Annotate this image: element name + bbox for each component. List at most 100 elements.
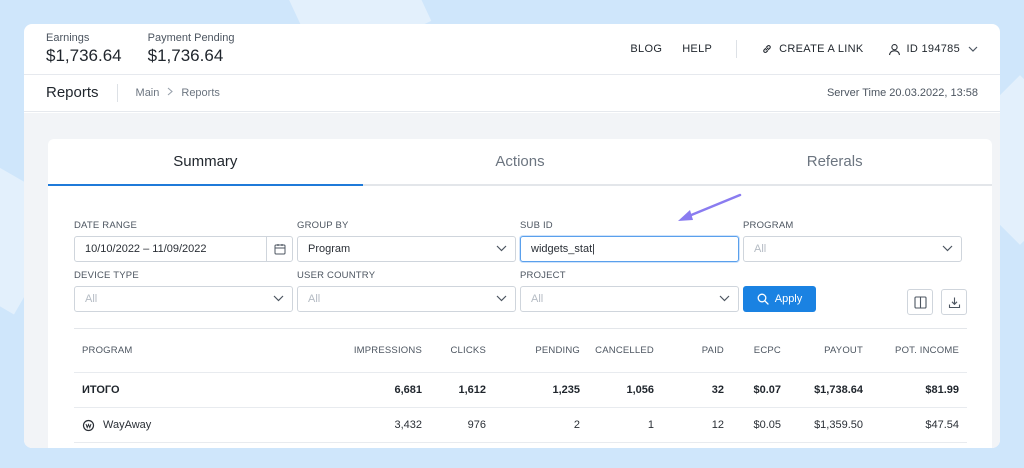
tab-summary[interactable]: Summary	[48, 139, 363, 186]
app-window: Earnings $1,736.64 Payment Pending $1,73…	[24, 24, 1000, 448]
date-range-filter: DATE RANGE 10/10/2022 – 11/09/2022	[74, 220, 297, 262]
blog-link[interactable]: BLOG	[630, 43, 662, 55]
program-placeholder: All	[754, 243, 767, 255]
table-cell: 1,056	[626, 384, 654, 396]
table-cell: $1,738.64	[814, 384, 863, 396]
col-paid[interactable]: PAID	[654, 345, 724, 356]
payment-pending-value: $1,736.64	[147, 46, 224, 65]
group-by-select[interactable]: Program	[297, 236, 516, 262]
device-type-select[interactable]: All	[74, 286, 293, 312]
server-time: Server Time 20.03.2022, 13:58	[826, 87, 978, 99]
calendar-button[interactable]	[266, 236, 292, 262]
chevron-down-icon	[942, 245, 953, 252]
col-program[interactable]: PROGRAM	[74, 345, 234, 356]
sub-id-filter: SUB ID widgets_stat|	[520, 220, 743, 262]
total-row: ИТОГО 6,681 1,612 1,235 1,056 32 $0.07 $…	[74, 373, 967, 408]
breadcrumb-reports: Reports	[181, 87, 220, 99]
col-payout[interactable]: PAYOUT	[781, 345, 863, 356]
table-cell: $81.99	[925, 384, 959, 396]
sub-bar: Reports Main Reports Server Time 20.03.2…	[24, 75, 1000, 112]
program-label: PROGRAM	[743, 220, 794, 231]
earnings-stat: Earnings $1,736.64	[46, 32, 122, 66]
download-button[interactable]	[941, 289, 967, 315]
columns-button[interactable]	[907, 289, 933, 315]
tabs: Summary Actions Referals	[48, 139, 992, 186]
wayaway-logo-icon	[82, 419, 95, 431]
create-link-button[interactable]: CREATE A LINK	[761, 43, 863, 55]
columns-icon	[913, 295, 927, 309]
tab-referals[interactable]: Referals	[677, 139, 992, 184]
tab-actions[interactable]: Actions	[363, 139, 678, 184]
date-range-field[interactable]: 10/10/2022 – 11/09/2022	[74, 236, 293, 262]
earnings-value: $1,736.64	[46, 46, 122, 65]
program-select[interactable]: All	[743, 236, 962, 262]
user-country-label: USER COUNTRY	[297, 270, 376, 281]
project-placeholder: All	[531, 293, 544, 305]
user-menu[interactable]: ID 194785	[888, 43, 978, 56]
table-cell: 1,612	[458, 384, 486, 396]
top-bar: Earnings $1,736.64 Payment Pending $1,73…	[24, 24, 1000, 75]
table-cell: $1,359.50	[814, 419, 863, 431]
col-cancelled[interactable]: CANCELLED	[580, 345, 654, 356]
breadcrumb-main[interactable]: Main	[136, 87, 160, 99]
user-icon	[888, 43, 900, 55]
user-country-filter: USER COUNTRY All	[297, 270, 520, 312]
table-cell: 3,432	[394, 419, 422, 431]
annotation-arrow	[678, 193, 742, 221]
device-type-filter: DEVICE TYPE All	[74, 270, 297, 312]
search-icon	[757, 293, 769, 305]
table-cell: $0.05	[753, 419, 781, 431]
table-row[interactable]: WayAway 3,432 976 2 1 12 $0.05 $1,359.50…	[74, 408, 967, 443]
sub-id-value: widgets_stat|	[531, 243, 596, 255]
project-filter: PROJECT All	[520, 270, 743, 312]
create-link-label: CREATE A LINK	[779, 43, 864, 55]
table-cell: $0.07	[753, 384, 781, 396]
table-cell: 976	[467, 419, 486, 431]
group-by-value: Program	[308, 243, 351, 255]
reports-card: Summary Actions Referals DATE RANGE 10/1…	[48, 139, 992, 448]
earnings-label: Earnings	[46, 32, 90, 44]
device-type-label: DEVICE TYPE	[74, 270, 139, 281]
col-impressions[interactable]: IMPRESSIONS	[234, 345, 422, 356]
top-nav: BLOG HELP CREATE A LINK ID 194785	[610, 40, 978, 58]
chevron-down-icon	[496, 245, 507, 252]
table-cell: WayAway	[74, 419, 234, 432]
table-cell: 1	[647, 419, 654, 431]
program-name: WayAway	[103, 419, 152, 431]
calendar-icon	[274, 244, 285, 255]
chevron-down-icon	[719, 295, 730, 302]
date-range-value: 10/10/2022 – 11/09/2022	[85, 243, 207, 255]
page-title: Reports	[46, 84, 118, 102]
apply-button[interactable]: Apply	[743, 286, 816, 312]
table-header: PROGRAM IMPRESSIONS CLICKS PENDING CANCE…	[74, 329, 967, 373]
breadcrumb: Main Reports	[136, 87, 220, 99]
report-table: PROGRAM IMPRESSIONS CLICKS PENDING CANCE…	[74, 328, 967, 443]
divider	[736, 40, 738, 58]
group-by-filter: GROUP BY Program	[297, 220, 520, 262]
table-cell: 12	[711, 419, 724, 431]
payment-pending-label: Payment Pending	[147, 32, 235, 44]
chevron-down-icon	[273, 295, 284, 302]
help-link[interactable]: HELP	[682, 43, 712, 55]
sub-id-input[interactable]: widgets_stat|	[520, 236, 739, 262]
device-type-placeholder: All	[85, 293, 98, 305]
table-cell: $47.54	[925, 419, 959, 431]
col-pot-income[interactable]: POT. INCOME	[863, 345, 959, 356]
filters: DATE RANGE 10/10/2022 – 11/09/2022 GROUP…	[48, 220, 992, 312]
download-icon	[948, 297, 960, 308]
col-clicks[interactable]: CLICKS	[422, 345, 486, 356]
chevron-down-icon	[968, 46, 978, 52]
user-country-select[interactable]: All	[297, 286, 516, 312]
chevron-right-icon	[167, 87, 174, 99]
table-cell: 32	[711, 384, 724, 396]
program-filter: PROGRAM All	[743, 220, 966, 262]
payment-pending-stat: Payment Pending $1,736.64	[148, 32, 235, 66]
project-select[interactable]: All	[520, 286, 739, 312]
chevron-down-icon	[496, 295, 507, 302]
group-by-label: GROUP BY	[297, 220, 349, 231]
table-cell: 6,681	[394, 384, 422, 396]
table-cell: 1,235	[552, 384, 580, 396]
col-pending[interactable]: PENDING	[486, 345, 580, 356]
col-ecpc[interactable]: ECPC	[724, 345, 781, 356]
content-area: Summary Actions Referals DATE RANGE 10/1…	[24, 113, 1000, 448]
